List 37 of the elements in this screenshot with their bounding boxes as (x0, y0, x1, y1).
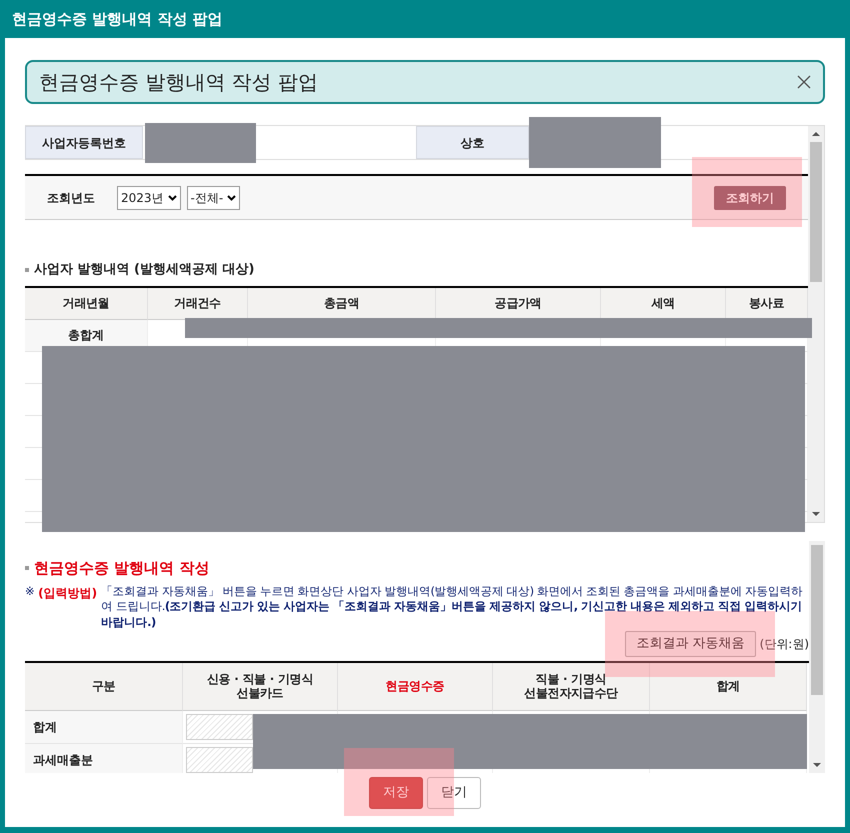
input-field[interactable] (186, 714, 253, 740)
column-header: 신용 · 직불 · 기명식 선불카드 (183, 662, 338, 711)
popup-title: 현금영수증 발행내역 작성 팝업 (39, 69, 318, 96)
search-label: 조회년도 (47, 190, 95, 206)
row-label: 과세매출분 (25, 744, 183, 773)
column-header: 구분 (25, 662, 183, 711)
section-title: 사업자 발행내역 (발행세액공제 대상) (34, 261, 254, 279)
note-label: (입력방법) (38, 584, 98, 602)
unit-label: (단위:원) (760, 636, 809, 653)
note-mark: ※ (25, 584, 34, 600)
column-header: 세액 (601, 288, 726, 320)
window-title: 현금영수증 발행내역 작성 팝업 (11, 8, 224, 30)
bullet-icon (25, 268, 29, 272)
column-header: 총금액 (248, 288, 436, 320)
column-header: 거래건수 (148, 288, 248, 320)
column-header: 공급가액 (436, 288, 601, 320)
row-label: 합계 (25, 710, 183, 744)
field-label: 사업자등록번호 (25, 126, 143, 159)
autofill-button[interactable]: 조회결과 자동채움 (625, 631, 756, 657)
close-icon[interactable] (797, 75, 811, 89)
scrollbar[interactable] (809, 541, 825, 773)
close-button[interactable]: 닫기 (427, 777, 481, 808)
note-text: 「조회결과 자동채움」 버튼을 누르면 화면상단 사업자 발행내역(발행세액공제 대상) 화면에서 조회된 총금액을 과세매출분에 자동입력하여 드립니다.(조기환급 신고가 있는 사업자는 「조회결과 자동채움」버튼을 제공하지 않으니, 기신고한 내용은 제외하고 직접 입력하시기 바랍니다.) (101, 584, 804, 630)
caret-icon[interactable] (168, 194, 177, 200)
dropdown[interactable]: -전체- (186, 186, 240, 210)
caret-icon[interactable] (227, 194, 236, 200)
column-header: 거래년월 (25, 288, 148, 320)
bullet-icon (25, 566, 29, 570)
column-header: 합계 (650, 662, 807, 711)
dropdown[interactable]: 2023년 (117, 186, 181, 210)
input-field[interactable] (186, 746, 253, 773)
column-header: 현금영수증 (338, 662, 493, 711)
section-title: 현금영수증 발행내역 작성 (34, 558, 210, 579)
scrollbar[interactable] (808, 126, 824, 522)
column-header: 직불 · 기명식 선불전자지급수단 (493, 662, 650, 711)
field-label: 상호 (416, 126, 529, 159)
column-header: 봉사료 (726, 288, 808, 320)
